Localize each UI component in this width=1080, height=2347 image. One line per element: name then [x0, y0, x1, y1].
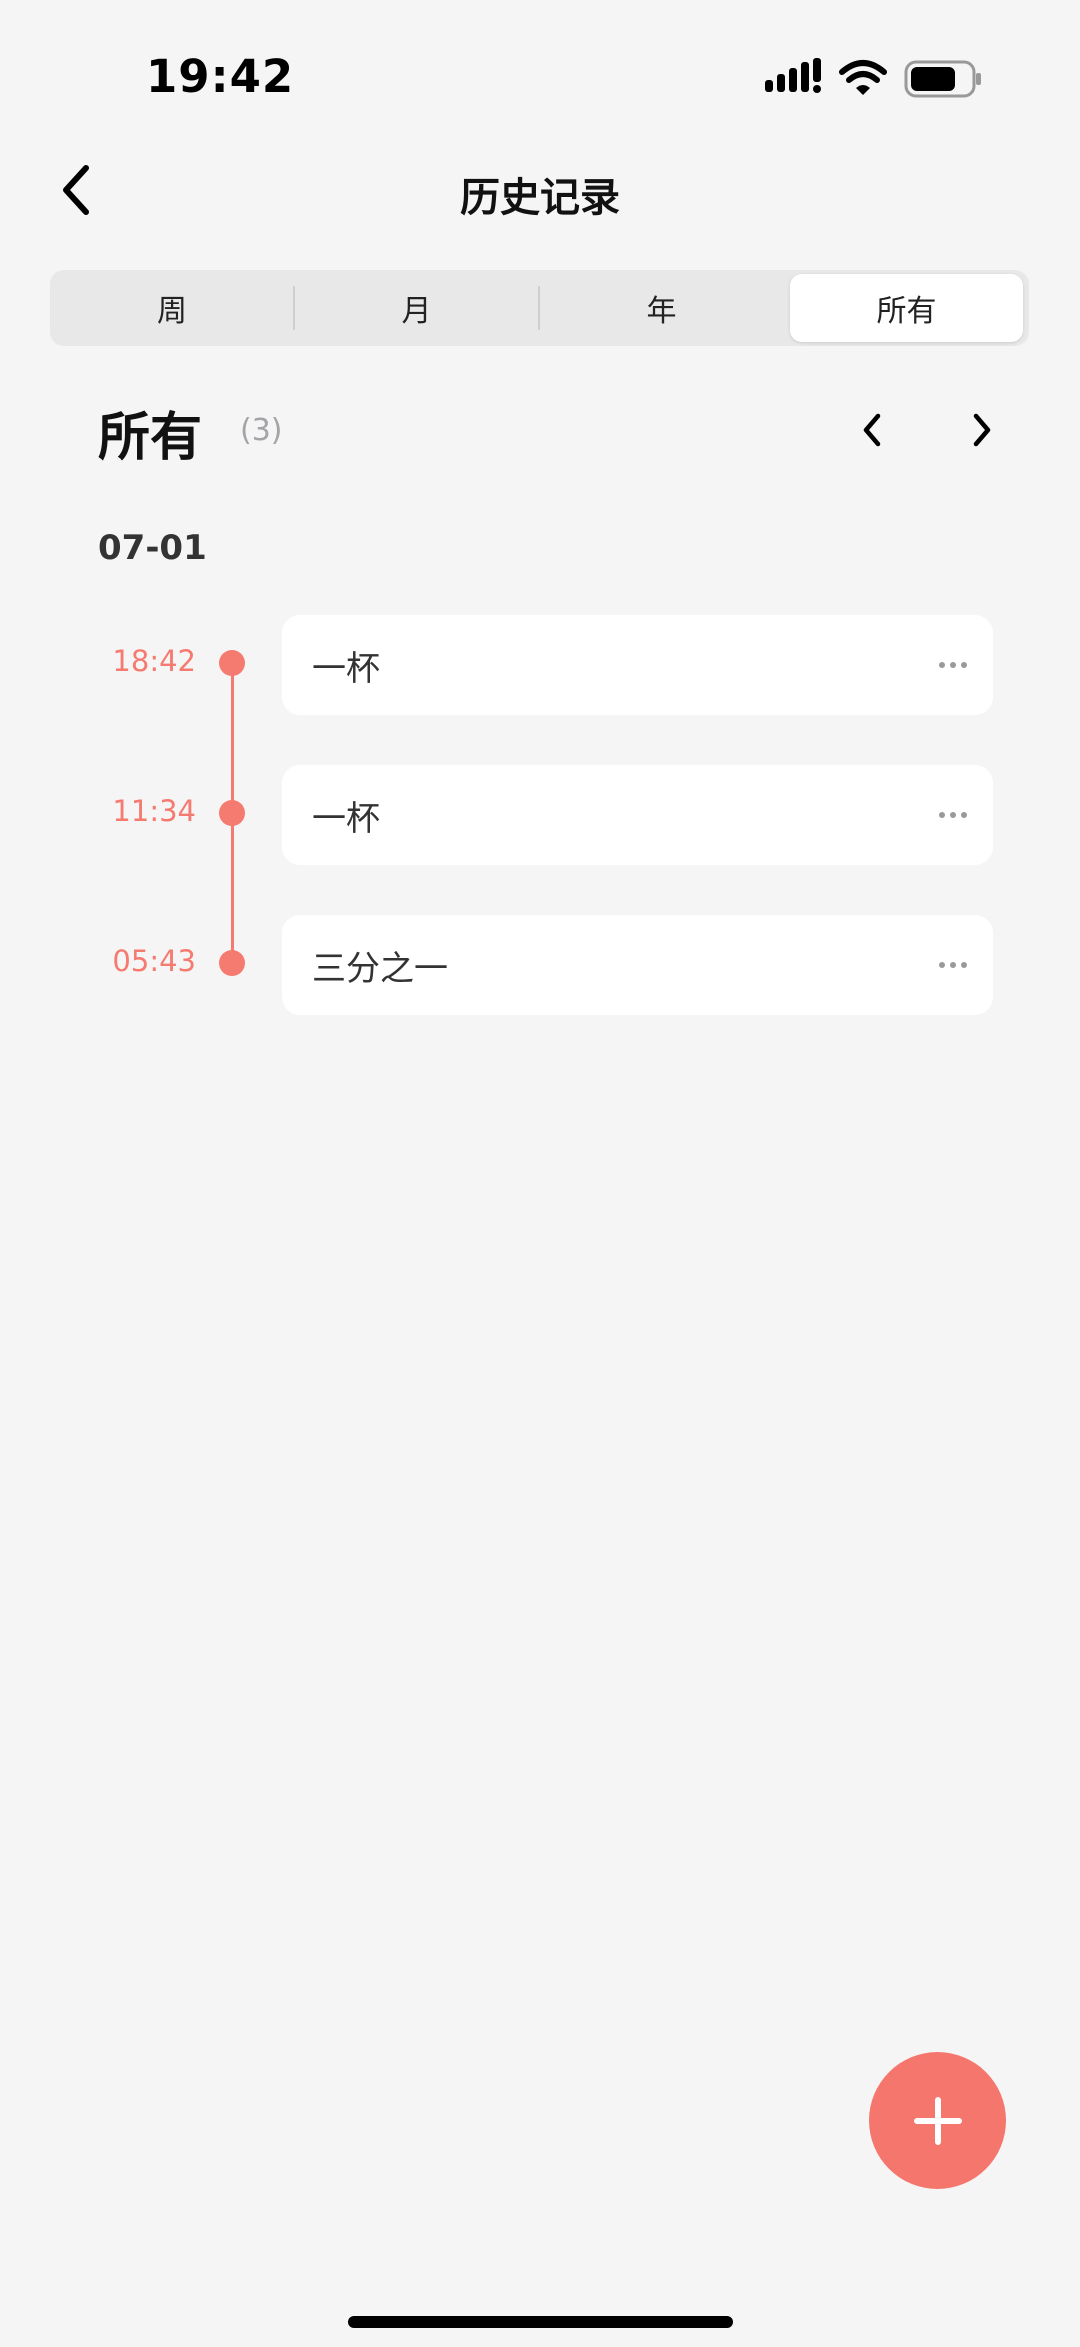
- add-record-button[interactable]: [869, 2052, 1006, 2189]
- section-title: 所有: [98, 408, 203, 468]
- date-label: 07-01: [98, 528, 207, 568]
- segment-year[interactable]: 年: [539, 274, 784, 342]
- more-icon[interactable]: [933, 645, 973, 685]
- battery-icon: [904, 60, 981, 98]
- entry-card[interactable]: 一杯: [282, 615, 993, 715]
- entry-label: 一杯: [312, 648, 380, 689]
- segment-all[interactable]: 所有: [790, 274, 1023, 342]
- signal-icon: [765, 58, 821, 93]
- period-segmented-control: 周 月 年 所有: [50, 270, 1029, 346]
- entry-card[interactable]: 一杯: [282, 765, 993, 865]
- home-indicator: [348, 2316, 733, 2328]
- chevron-left-icon: [863, 413, 881, 447]
- next-period-button[interactable]: [957, 405, 1007, 455]
- prev-period-button[interactable]: [847, 405, 897, 455]
- timeline-dot: [219, 650, 245, 676]
- entry-time: 18:42: [112, 644, 196, 678]
- entry-label: 一杯: [312, 798, 380, 839]
- entry-time: 05:43: [112, 944, 196, 978]
- entry-time: 11:34: [112, 794, 196, 828]
- more-icon[interactable]: [933, 795, 973, 835]
- timeline-dot: [219, 950, 245, 976]
- plus-icon: [913, 2096, 962, 2145]
- entry-label: 三分之一: [312, 948, 448, 989]
- more-icon[interactable]: [933, 945, 973, 985]
- section-count: (3): [240, 413, 283, 448]
- wifi-icon: [839, 60, 887, 95]
- chevron-right-icon: [973, 413, 991, 447]
- segment-month[interactable]: 月: [294, 274, 539, 342]
- page-title: 历史记录: [460, 175, 620, 221]
- segment-week[interactable]: 周: [50, 274, 294, 342]
- entry-card[interactable]: 三分之一: [282, 915, 993, 1015]
- status-time: 19:42: [146, 50, 295, 103]
- timeline-dot: [219, 800, 245, 826]
